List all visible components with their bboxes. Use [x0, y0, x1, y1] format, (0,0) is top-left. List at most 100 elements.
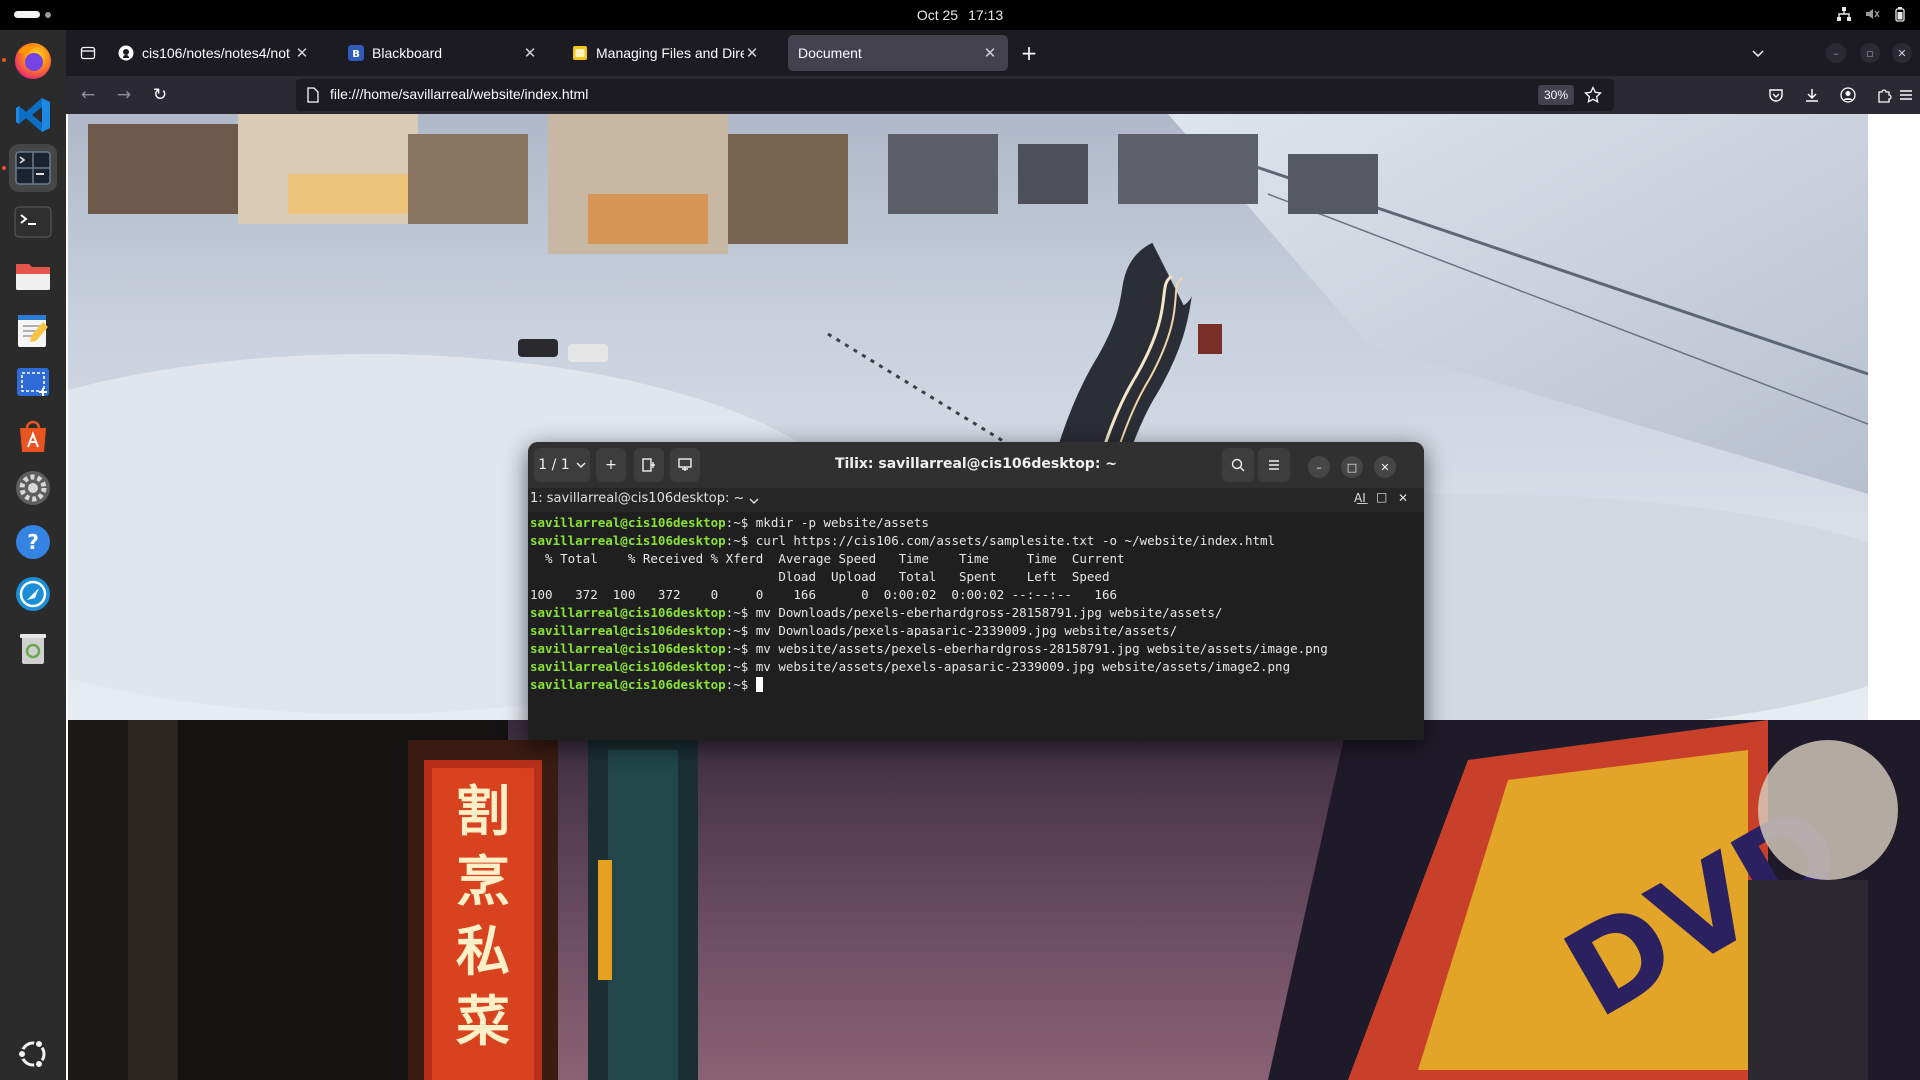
ubuntu-apps-icon [17, 1039, 46, 1069]
command-text: curl https://cis106.com/assets/samplesit… [755, 533, 1276, 548]
search-icon [1231, 458, 1245, 472]
github-icon [118, 45, 134, 61]
clock[interactable]: Oct 25 17:13 [0, 7, 1920, 23]
prompt-suffix: :~$ [725, 515, 756, 530]
terminal-command-line: savillarreal@cis106desktop:~$ mv website… [530, 640, 1422, 658]
dock-terminal[interactable] [9, 198, 57, 246]
pocket-button[interactable] [1764, 83, 1788, 107]
dock-firefox[interactable] [2, 36, 57, 84]
close-icon[interactable]: ✕ [744, 44, 760, 62]
forward-button[interactable]: → [112, 83, 136, 107]
running-indicator [2, 58, 6, 62]
menu-button[interactable] [1258, 448, 1290, 482]
shell-prompt: savillarreal@cis106desktop [530, 515, 726, 530]
dock-vscode[interactable] [9, 91, 57, 139]
tab-bar: cis106/notes/notes4/not ✕ B Blackboard ✕… [66, 30, 1920, 76]
minimize-button[interactable]: – [1308, 456, 1330, 478]
command-text: mv Downloads/pexels-eberhardgross-281587… [755, 605, 1223, 620]
close-window-button[interactable]: ✕ [1374, 456, 1396, 478]
prompt-suffix: :~$ [725, 659, 756, 674]
terminal-output-line: Dload Upload Total Spent Left Speed [530, 568, 1422, 586]
tab-title: Managing Files and Direc [596, 45, 744, 61]
terminal-command-line: savillarreal@cis106desktop:~$ mv website… [530, 658, 1422, 676]
list-all-tabs-button[interactable] [1746, 41, 1770, 65]
time-label: 17:13 [968, 7, 1004, 23]
app-center-icon [20, 420, 46, 452]
command-text: mkdir -p website/assets [755, 515, 929, 530]
close-icon[interactable]: ✕ [522, 44, 538, 62]
minimize-icon: – [1833, 46, 1839, 60]
command-text: mv website/assets/pexels-apasaric-233900… [755, 659, 1291, 674]
system-tray[interactable] [1836, 6, 1908, 22]
dock-tilix[interactable] [2, 144, 57, 192]
close-icon[interactable]: ✕ [982, 44, 998, 62]
top-bar: Oct 25 17:13 [0, 0, 1920, 30]
maximize-terminal-icon[interactable]: □ [1376, 490, 1387, 504]
reload-icon: ↻ [152, 85, 168, 105]
network-icon [1836, 6, 1852, 22]
running-indicator [2, 166, 6, 170]
shell-prompt: savillarreal@cis106desktop [530, 605, 726, 620]
terminal-command-line: savillarreal@cis106desktop:~$ curl https… [530, 532, 1422, 550]
terminal-session-title[interactable]: 1: savillarreal@cis106desktop: ~ [530, 491, 744, 506]
volume-muted-icon [1864, 6, 1880, 22]
screenshot-icon [17, 368, 49, 396]
dock-files[interactable] [9, 252, 57, 300]
minimize-button[interactable]: – [1826, 43, 1846, 63]
navigation-toolbar: ← → ↻ file:///home/savillarreal/website/… [66, 76, 1920, 114]
svg-text:烹: 烹 [456, 849, 510, 913]
terminal-cursor [755, 677, 763, 692]
svg-text:?: ? [27, 530, 39, 554]
back-button[interactable]: ← [76, 83, 100, 107]
url-bar[interactable]: file:///home/savillarreal/website/index.… [296, 79, 1614, 111]
close-terminal-icon[interactable]: ✕ [1398, 491, 1408, 505]
tab-blackboard[interactable]: B Blackboard ✕ [338, 35, 548, 71]
firefox-view-button[interactable] [76, 41, 100, 65]
output-text: 100 372 100 372 0 0 166 0 0:00:02 0:00:0… [530, 587, 1117, 602]
dock-screenshot[interactable] [9, 358, 57, 406]
terminal-output-line: % Total % Received % Xferd Average Speed… [530, 550, 1422, 568]
close-icon[interactable]: ✕ [294, 44, 310, 62]
dock-show-apps[interactable] [9, 1030, 57, 1078]
svg-text:B: B [352, 49, 360, 60]
download-icon [1806, 89, 1818, 102]
dock-trash[interactable] [9, 624, 57, 672]
read-only-toggle-icon[interactable]: A͟I [1354, 491, 1366, 505]
page-icon [307, 87, 319, 103]
chevron-down-icon[interactable] [749, 496, 759, 506]
tilix-icon [15, 151, 51, 185]
tab-managing-files[interactable]: Managing Files and Direc ✕ [562, 35, 770, 71]
maximize-button[interactable]: ▫ [1860, 43, 1880, 63]
city-street-image: 割 烹 私 菜 DVD [68, 720, 1920, 1080]
close-window-button[interactable]: ✕ [1892, 43, 1912, 63]
bookmark-star-icon[interactable] [1584, 86, 1602, 104]
zoom-indicator[interactable]: 30% [1538, 85, 1575, 105]
downloads-button[interactable] [1800, 83, 1824, 107]
plus-icon: + [1020, 41, 1038, 65]
dock-help[interactable]: ? [9, 518, 57, 566]
account-button[interactable] [1836, 83, 1860, 107]
new-tab-button[interactable]: + [1017, 41, 1041, 65]
doc-icon [573, 46, 587, 60]
svg-text:私: 私 [456, 919, 510, 983]
shell-prompt: savillarreal@cis106desktop [530, 659, 726, 674]
text-editor-icon [18, 315, 48, 347]
app-menu-button[interactable] [1896, 83, 1916, 107]
reload-button[interactable]: ↻ [148, 83, 172, 107]
dock-settings[interactable] [9, 464, 57, 512]
prompt-suffix: :~$ [725, 677, 756, 692]
arrow-left-icon: ← [80, 85, 96, 105]
terminal-output[interactable]: savillarreal@cis106desktop:~$ mkdir -p w… [530, 514, 1422, 738]
dock-remote-desktop[interactable] [9, 570, 57, 618]
tab-github[interactable]: cis106/notes/notes4/not ✕ [108, 35, 320, 71]
dock-app-center[interactable] [9, 412, 57, 460]
extensions-button[interactable] [1872, 83, 1896, 107]
shell-prompt: savillarreal@cis106desktop [530, 623, 726, 638]
dock-text-editor[interactable] [9, 306, 57, 354]
firefox-view-icon [80, 46, 96, 60]
tab-document[interactable]: Document ✕ [788, 35, 1008, 71]
maximize-button[interactable]: □ [1341, 456, 1363, 478]
svg-text:割: 割 [456, 779, 510, 843]
find-button[interactable] [1222, 448, 1254, 482]
minimize-icon: – [1316, 460, 1322, 474]
